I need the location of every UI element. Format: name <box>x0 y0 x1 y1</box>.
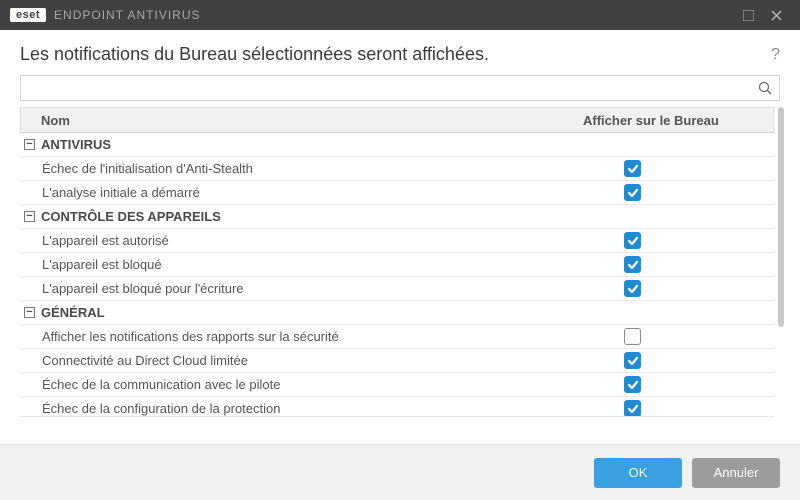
titlebar: eset ENDPOINT ANTIVIRUS <box>0 0 800 30</box>
table-row: L'appareil est bloqué pour l'écriture <box>20 277 774 301</box>
show-checkbox[interactable] <box>624 352 641 369</box>
help-icon[interactable]: ? <box>771 46 780 64</box>
col-show: Afficher sur le Bureau <box>583 113 773 128</box>
close-icon[interactable] <box>762 10 790 21</box>
table-row: L'appareil est autorisé <box>20 229 774 253</box>
group-label: ANTIVIRUS <box>41 137 111 152</box>
minimize-icon[interactable] <box>734 10 762 21</box>
table-row: L'analyse initiale a démarré <box>20 181 774 205</box>
show-checkbox[interactable] <box>624 160 641 177</box>
show-checkbox[interactable] <box>624 256 641 273</box>
page-title: Les notifications du Bureau sélectionnée… <box>20 44 771 65</box>
table-row: Échec de la configuration de la protecti… <box>20 397 774 417</box>
collapse-icon[interactable]: − <box>24 307 35 318</box>
table-header: Nom Afficher sur le Bureau <box>20 107 774 133</box>
item-label: Afficher les notifications des rapports … <box>20 329 584 344</box>
show-checkbox[interactable] <box>624 376 641 393</box>
show-checkbox[interactable] <box>624 232 641 249</box>
item-label: L'analyse initiale a démarré <box>20 185 584 200</box>
scroll-thumb[interactable] <box>778 107 784 327</box>
group-label: GÉNÉRAL <box>41 305 105 320</box>
item-label: L'appareil est bloqué <box>20 257 584 272</box>
show-checkbox[interactable] <box>624 328 641 345</box>
group-row[interactable]: −CONTRÔLE DES APPAREILS <box>20 205 774 229</box>
item-label: Échec de l'initialisation d'Anti-Stealth <box>20 161 584 176</box>
notifications-table: Nom Afficher sur le Bureau −ANTIVIRUSÉch… <box>20 107 774 417</box>
table-row: L'appareil est bloqué <box>20 253 774 277</box>
item-label: L'appareil est autorisé <box>20 233 584 248</box>
show-checkbox[interactable] <box>624 184 641 201</box>
table-row: Échec de la communication avec le pilote <box>20 373 774 397</box>
table-row: Connectivité au Direct Cloud limitée <box>20 349 774 373</box>
item-label: L'appareil est bloqué pour l'écriture <box>20 281 584 296</box>
page-heading-row: Les notifications du Bureau sélectionnée… <box>0 30 800 75</box>
item-label: Échec de la configuration de la protecti… <box>20 401 584 416</box>
brand-logo: eset <box>10 8 46 22</box>
item-label: Connectivité au Direct Cloud limitée <box>20 353 584 368</box>
collapse-icon[interactable]: − <box>24 139 35 150</box>
product-name: ENDPOINT ANTIVIRUS <box>54 8 200 22</box>
group-label: CONTRÔLE DES APPAREILS <box>41 209 221 224</box>
search-icon[interactable] <box>751 81 779 95</box>
collapse-icon[interactable]: − <box>24 211 35 222</box>
scrollbar[interactable] <box>776 107 786 417</box>
table-row: Échec de l'initialisation d'Anti-Stealth <box>20 157 774 181</box>
group-row[interactable]: −ANTIVIRUS <box>20 133 774 157</box>
col-name: Nom <box>21 113 583 128</box>
show-checkbox[interactable] <box>624 280 641 297</box>
footer: OK Annuler <box>0 444 800 500</box>
show-checkbox[interactable] <box>624 400 641 417</box>
search-input[interactable] <box>21 81 751 96</box>
table-row: Afficher les notifications des rapports … <box>20 325 774 349</box>
cancel-button[interactable]: Annuler <box>692 458 780 488</box>
search-field[interactable] <box>20 75 780 101</box>
ok-button[interactable]: OK <box>594 458 682 488</box>
group-row[interactable]: −GÉNÉRAL <box>20 301 774 325</box>
item-label: Échec de la communication avec le pilote <box>20 377 584 392</box>
